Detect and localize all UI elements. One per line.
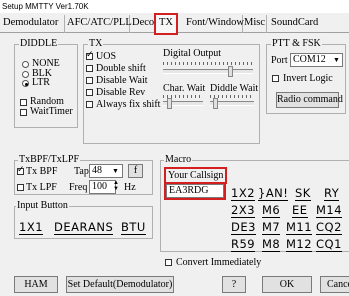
tap-select-value: 48 — [92, 165, 102, 176]
input-button-ans[interactable]: ANS — [88, 221, 114, 235]
set-default-button[interactable]: Set Default(Demodulator) — [66, 276, 174, 293]
invert-logic-label: Invert Logic — [283, 73, 333, 84]
random-checkbox[interactable] — [20, 99, 27, 106]
disable-rev-checkbox[interactable] — [86, 89, 93, 96]
macro-button-m14[interactable]: M14 — [316, 204, 343, 218]
macro-button-2x3[interactable]: 2X3 — [231, 204, 256, 218]
freq-input-value: 100 — [92, 181, 107, 192]
input-button-btu[interactable]: BTU — [121, 221, 146, 235]
macro-title: Macro — [164, 154, 193, 165]
txbpf-title: TxBPF/TxLPF — [18, 154, 81, 165]
tx-lpf-label: Tx LPF — [26, 182, 57, 193]
tab-tx[interactable]: TX — [154, 13, 178, 35]
callsign-input[interactable]: EA3RDG — [164, 182, 226, 200]
diddle-none-radio[interactable] — [22, 61, 29, 68]
uos-label: UOS — [96, 51, 117, 62]
disable-wait-label: Disable Wait — [96, 75, 148, 86]
macro-button-sk[interactable]: SK — [295, 187, 311, 201]
help-button[interactable]: ? — [222, 276, 246, 293]
tx-lpf-checkbox[interactable] — [17, 184, 24, 191]
digital-output-label: Digital Output — [163, 48, 222, 59]
convert-immediately-label: Convert Immediately — [176, 257, 262, 268]
input-button-title: Input Button — [16, 200, 69, 211]
macro-button-cq2[interactable]: CQ2 — [316, 221, 342, 235]
tab-misc[interactable]: Misc — [243, 15, 267, 33]
waittimer-label: WaitTimer — [30, 106, 73, 117]
ham-button[interactable]: HAM — [14, 276, 58, 293]
tap-label: Tap — [74, 166, 89, 177]
diddle-title: DIDDLE — [19, 38, 59, 49]
diddle-ltr-radio[interactable] — [22, 80, 29, 87]
digital-output-slider-track[interactable] — [163, 69, 253, 74]
disable-rev-label: Disable Rev — [96, 87, 146, 98]
diddle-ltr-label: LTR — [32, 77, 50, 88]
radio-command-button[interactable]: Radio command — [276, 92, 343, 108]
double-shift-checkbox[interactable] — [86, 65, 93, 72]
port-label: Port — [271, 55, 288, 66]
tx-title: TX — [88, 38, 104, 49]
tab-soundcard[interactable]: SoundCard — [269, 15, 321, 33]
tab-font-window[interactable]: Font/Window — [184, 15, 244, 33]
macro-button-m12[interactable]: M12 — [286, 238, 313, 252]
macro-button-cq1[interactable]: CQ1 — [316, 238, 342, 252]
macro-button-m7[interactable]: M7 — [262, 221, 281, 235]
input-button-1x1[interactable]: 1X1 — [19, 221, 44, 235]
macro-button-an[interactable]: }AN! — [258, 187, 289, 201]
digital-output-ticks — [163, 62, 253, 65]
macro-button-r59[interactable]: R59 — [231, 238, 256, 252]
callsign-input-value: EA3RDG — [169, 185, 209, 196]
digital-output-slider-thumb[interactable] — [228, 66, 233, 77]
ptt-fsk-title: PTT & FSK — [271, 38, 322, 49]
freq-spin-icon[interactable]: ▲ ▼ — [113, 180, 119, 192]
macro-button-ee[interactable]: EE — [292, 204, 308, 218]
char-wait-label: Char. Wait — [163, 83, 206, 94]
hz-label: Hz — [124, 182, 136, 193]
invert-logic-checkbox[interactable] — [272, 75, 279, 82]
tx-bpf-checkbox[interactable] — [17, 165, 25, 175]
freq-input[interactable]: 100 — [89, 180, 116, 194]
port-select-value: COM12 — [293, 54, 326, 65]
macro-button-m6[interactable]: M6 — [262, 204, 281, 218]
ok-button[interactable]: OK — [262, 276, 312, 293]
macro-button-m11[interactable]: M11 — [286, 221, 313, 235]
diddle-wait-label: Diddle Wait — [210, 83, 259, 94]
input-button-dear[interactable]: DEAR — [54, 221, 88, 235]
char-wait-slider-thumb[interactable] — [167, 98, 172, 109]
macro-button-ry[interactable]: RY — [324, 187, 340, 201]
disable-wait-checkbox[interactable] — [86, 77, 93, 84]
tx-bpf-label: Tx BPF — [26, 166, 58, 177]
tab-afc-atc-pll[interactable]: AFC/ATC/PLL — [66, 15, 132, 33]
convert-immediately-checkbox[interactable] — [165, 259, 172, 266]
always-fix-shift-label: Always fix shift — [96, 99, 161, 110]
tab-bar: Demodulator AFC/ATC/PLL Decode TX Font/W… — [0, 13, 349, 35]
macro-button-de3[interactable]: DE3 — [231, 221, 256, 235]
your-callsign-label: Your Callsign — [163, 167, 228, 184]
uos-checkbox[interactable] — [86, 50, 94, 60]
macro-button-m8[interactable]: M8 — [262, 238, 281, 252]
double-shift-label: Double shift — [96, 63, 146, 74]
f-button[interactable]: f — [128, 164, 143, 178]
always-fix-shift-checkbox[interactable] — [86, 101, 93, 108]
waittimer-checkbox[interactable] — [20, 109, 27, 116]
macro-button-1x2[interactable]: 1X2 — [231, 187, 256, 201]
tap-dropdown-icon[interactable]: ▼ — [112, 167, 119, 175]
window-title: Setup MMTTY Ver1.70K — [0, 0, 349, 13]
diddle-wait-slider-thumb[interactable] — [213, 98, 218, 109]
diddle-blk-radio[interactable] — [22, 71, 29, 78]
port-dropdown-icon[interactable]: ▼ — [333, 56, 340, 64]
tab-demodulator[interactable]: Demodulator — [2, 15, 65, 33]
freq-label: Freq — [69, 182, 88, 193]
cancel-button[interactable]: Cancel — [320, 276, 349, 293]
